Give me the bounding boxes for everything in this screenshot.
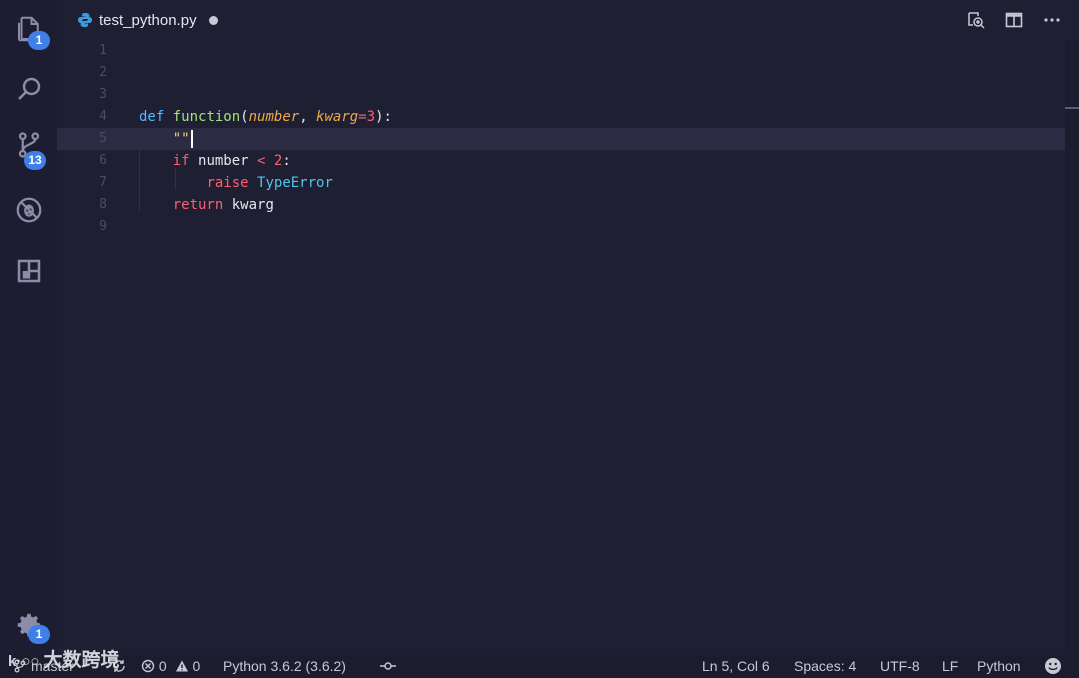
indentation[interactable]: Spaces: 4 [794, 655, 856, 678]
line-number: 1 [99, 43, 107, 58]
extensions-icon[interactable] [12, 254, 46, 288]
linter-icon[interactable] [380, 655, 396, 678]
var-kwarg: kwarg [231, 197, 274, 213]
editor-actions [965, 0, 1079, 40]
search-icon[interactable] [12, 72, 46, 106]
code-text: "" [139, 128, 193, 150]
error-icon [141, 659, 155, 673]
keyword-def: def [139, 109, 165, 125]
problems-status[interactable]: 0 0 [141, 655, 200, 678]
watermark-text: 大数跨境 [43, 649, 120, 671]
code-line[interactable]: 3 [57, 84, 1065, 106]
code-line[interactable]: 7 raise TypeError [57, 172, 1065, 194]
tab-test-python[interactable]: test_python.py [57, 0, 245, 40]
line-number: 3 [99, 87, 107, 102]
code-line[interactable]: 9 [57, 216, 1065, 238]
code-text: if number < 2: [172, 153, 291, 169]
line-number: 9 [99, 219, 107, 234]
line-number: 4 [99, 109, 107, 124]
source-control-badge: 13 [24, 151, 46, 170]
scrollbar-cursor-marker [1065, 107, 1079, 109]
split-editor-icon[interactable] [1003, 9, 1025, 31]
class-typeerror: TypeError [257, 175, 333, 191]
function-name: function [172, 109, 241, 125]
end-of-line[interactable]: LF [942, 655, 958, 678]
keyword-return: return [172, 197, 224, 213]
language-mode[interactable]: Python [977, 655, 1021, 678]
code-line-current[interactable]: 5 "" [57, 128, 1065, 150]
more-actions-icon[interactable] [1041, 9, 1063, 31]
code-line[interactable]: 8 return kwarg [57, 194, 1065, 216]
tab-title: test_python.py [99, 11, 197, 29]
explorer-badge: 1 [28, 31, 50, 50]
python-interpreter[interactable]: Python 3.6.2 (3.6.2) [223, 655, 346, 678]
var-number: number [198, 153, 249, 169]
warning-icon [175, 660, 188, 672]
code-text: raise TypeError [139, 172, 333, 194]
operator-lt: < [257, 153, 266, 169]
unsaved-dot-icon[interactable] [208, 15, 218, 25]
line-number: 6 [99, 153, 107, 168]
text-cursor [190, 130, 193, 148]
code-line[interactable]: 2 [57, 62, 1065, 84]
param-number: number [248, 109, 300, 125]
default-value: 3 [366, 109, 376, 125]
line-number: 8 [99, 197, 107, 212]
param-kwarg: kwarg [316, 109, 359, 125]
code-text: return kwarg [139, 194, 274, 216]
warning-count: 0 [192, 658, 201, 674]
keyword-if: if [172, 153, 190, 169]
vertical-scrollbar[interactable] [1065, 40, 1079, 655]
settings-badge: 1 [28, 625, 50, 644]
line-number: 5 [99, 131, 107, 146]
debug-icon[interactable] [12, 193, 46, 227]
feedback-smiley-icon[interactable] [1044, 655, 1062, 678]
code-text: def function(number, kwarg=3): [139, 109, 392, 125]
file-encoding[interactable]: UTF-8 [880, 655, 920, 678]
activity-bar: 1 13 1 [0, 0, 57, 655]
code-line[interactable]: 6 if number < 2: [57, 150, 1065, 172]
python-file-icon [78, 13, 92, 27]
cursor-position[interactable]: Ln 5, Col 6 [702, 655, 770, 678]
keyword-raise: raise [206, 175, 249, 191]
code-line[interactable]: 4 def function(number, kwarg=3): [57, 106, 1065, 128]
code-editor[interactable]: 1 2 3 4 def function(number, kwarg=3): 5… [57, 40, 1065, 655]
docstring-quotes: "" [172, 131, 190, 147]
open-changes-icon[interactable] [965, 9, 987, 31]
error-count: 0 [158, 658, 167, 674]
watermark-logo: k·○○ 大数跨境 [8, 649, 120, 671]
line-number: 2 [99, 65, 107, 80]
code-line[interactable]: 1 [57, 40, 1065, 62]
status-bar: master 0 0 Python 3.6.2 (3.6.2) Ln 5, Co… [0, 655, 1079, 678]
line-number: 7 [99, 175, 107, 190]
tab-bar: test_python.py [57, 0, 1079, 40]
